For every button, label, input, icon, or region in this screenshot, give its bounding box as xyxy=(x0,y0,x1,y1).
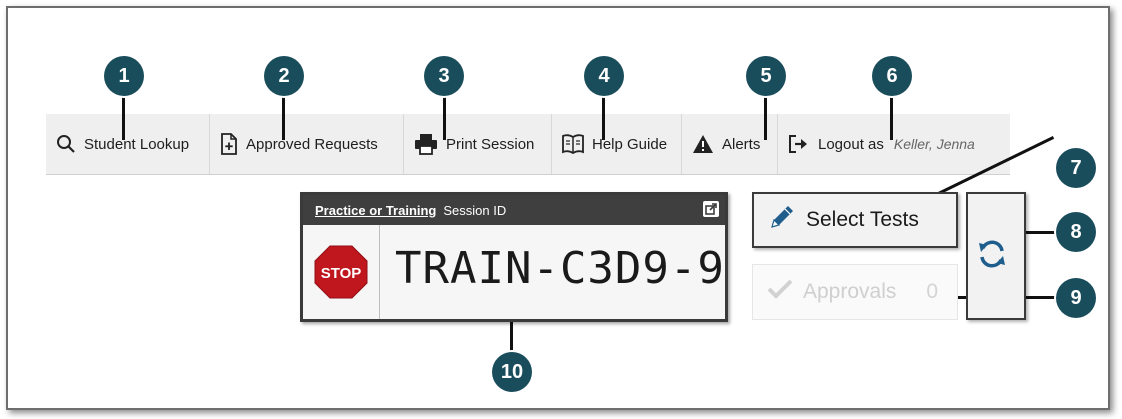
student-lookup-button[interactable]: Student Lookup xyxy=(46,114,210,174)
printer-icon xyxy=(414,133,438,155)
search-icon xyxy=(56,134,76,154)
approved-requests-button[interactable]: Approved Requests xyxy=(210,114,404,174)
logout-button[interactable]: Logout as Keller, Jenna xyxy=(778,114,1010,174)
callout-badge-6: 6 xyxy=(872,56,912,96)
callout-badge-2: 2 xyxy=(264,56,304,96)
help-guide-button[interactable]: Help Guide xyxy=(552,114,682,174)
nav-label: Logout as xyxy=(818,135,884,153)
approvals-button[interactable]: Approvals 0 xyxy=(752,264,958,320)
practice-or-training-link[interactable]: Practice or Training xyxy=(315,203,436,218)
print-session-button[interactable]: Print Session xyxy=(404,114,552,174)
approvals-count: 0 xyxy=(926,280,939,303)
document-plus-icon xyxy=(220,133,238,155)
session-body: STOP TRAIN-C3D9-9 xyxy=(303,225,725,319)
callout-line-1 xyxy=(122,94,125,140)
nav-label: Print Session xyxy=(446,135,535,153)
session-id-value: TRAIN-C3D9-9 xyxy=(395,243,725,294)
stop-sign-icon[interactable]: STOP xyxy=(314,245,368,299)
callout-badge-3: 3 xyxy=(424,56,464,96)
stop-sign-text: STOP xyxy=(321,265,362,282)
nav-label: Alerts xyxy=(722,135,761,153)
logout-icon xyxy=(788,134,810,154)
warning-icon xyxy=(692,134,714,154)
session-header: Practice or Training Session ID xyxy=(303,195,725,225)
nav-label: Student Lookup xyxy=(84,135,190,153)
nav-label: Approved Requests xyxy=(246,135,378,153)
logged-in-user: Keller, Jenna xyxy=(893,136,975,152)
callout-line-4 xyxy=(602,94,605,140)
approvals-label: Approvals xyxy=(803,280,897,303)
refresh-icon xyxy=(976,238,1008,275)
callout-badge-9: 9 xyxy=(1056,278,1096,318)
callout-badge-8: 8 xyxy=(1056,212,1096,252)
refresh-button[interactable] xyxy=(966,192,1026,320)
callout-badge-7: 7 xyxy=(1056,148,1096,188)
callout-badge-4: 4 xyxy=(584,56,624,96)
book-icon xyxy=(562,134,584,154)
screenshot-frame: Student Lookup Approved Requests Print S… xyxy=(6,6,1110,410)
session-id-label: Session ID xyxy=(443,202,507,218)
callout-line-6 xyxy=(890,94,893,140)
pencil-icon xyxy=(768,203,796,237)
checkmark-icon xyxy=(767,278,793,306)
select-tests-label: Select Tests xyxy=(806,208,919,231)
popout-icon[interactable] xyxy=(703,201,719,217)
callout-line-2 xyxy=(282,94,285,140)
session-id-card: Practice or Training Session ID STOP TRA… xyxy=(300,192,728,322)
callout-line-3 xyxy=(443,94,446,140)
stop-sign-cell: STOP xyxy=(303,225,380,319)
top-navbar: Student Lookup Approved Requests Print S… xyxy=(46,114,1010,175)
callout-badge-10: 10 xyxy=(492,352,532,392)
callout-badge-5: 5 xyxy=(746,56,786,96)
select-tests-button[interactable]: Select Tests xyxy=(752,192,958,248)
callout-badge-1: 1 xyxy=(104,56,144,96)
callout-line-5 xyxy=(764,94,767,140)
